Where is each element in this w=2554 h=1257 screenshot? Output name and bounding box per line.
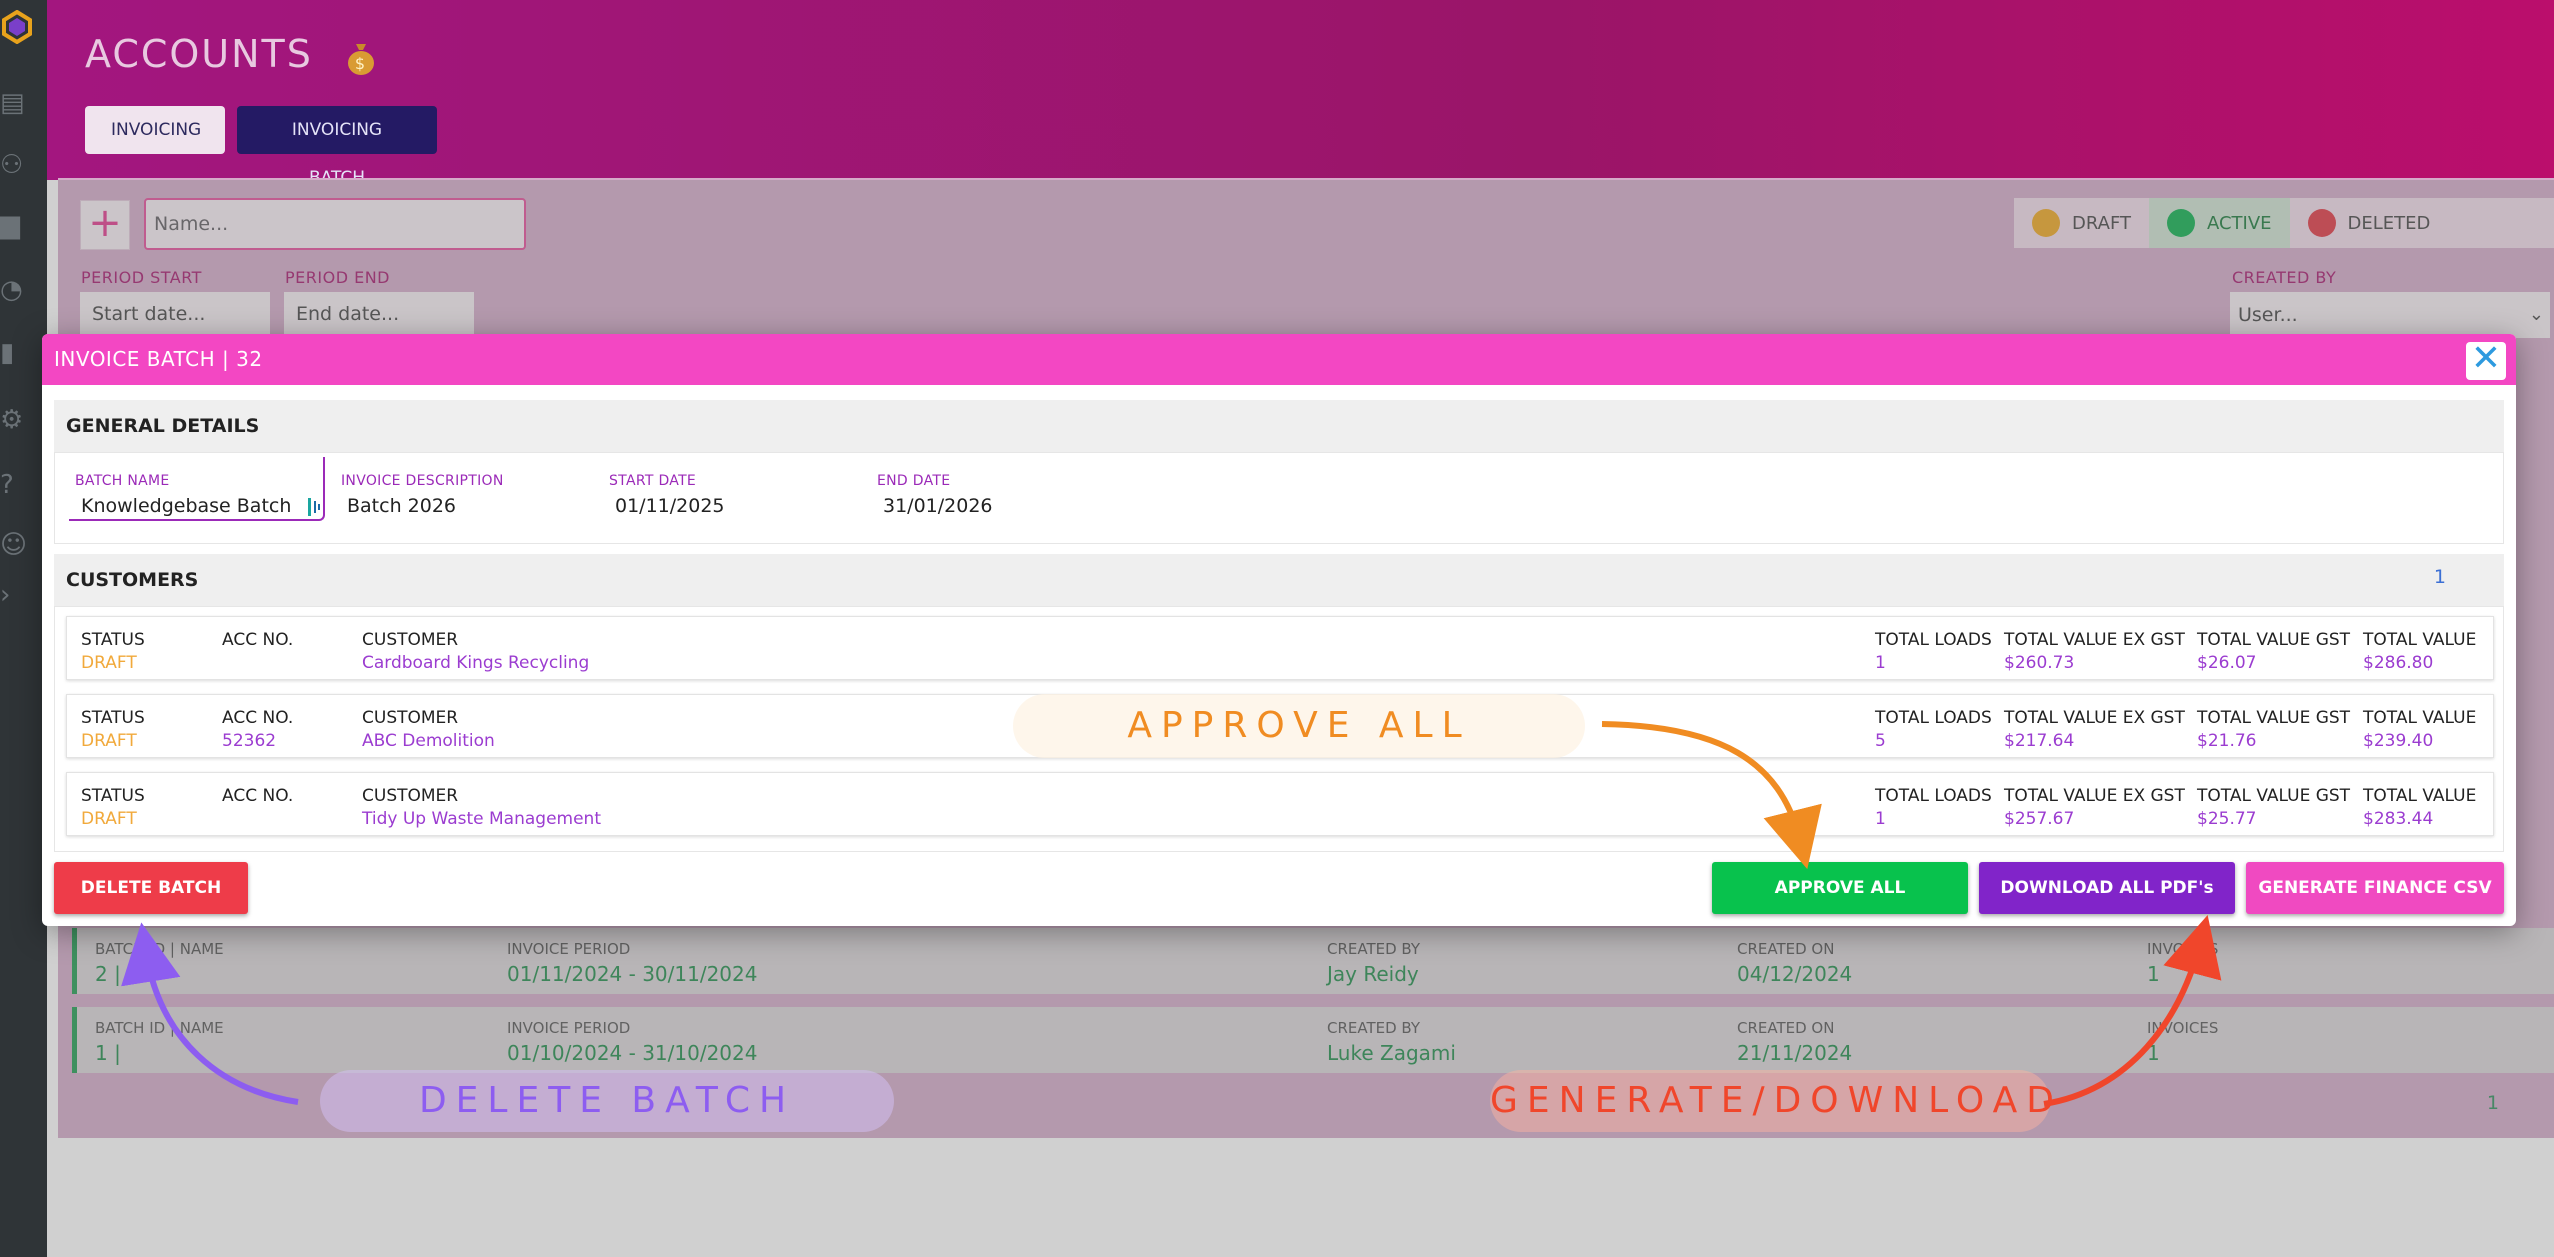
customer-header: CUSTOMER (362, 786, 459, 806)
customer-value[interactable]: Tidy Up Waste Management (362, 809, 601, 829)
ex-gst-header: TOTAL VALUE EX GST (2004, 708, 2185, 728)
tab-invoicing-batch[interactable]: INVOICING BATCH (237, 106, 437, 188)
delete-batch-button[interactable]: DELETE BATCH (54, 862, 248, 914)
customer-header: CUSTOMER (362, 630, 459, 650)
status-value: DRAFT (81, 809, 137, 829)
loads-header: TOTAL LOADS (1875, 708, 1992, 728)
invoice-batch-modal: INVOICE BATCH | 32 ✕ GENERAL DETAILS BAT… (42, 334, 2516, 926)
gst-value: $21.76 (2197, 731, 2257, 751)
acc-value: 52362 (222, 731, 277, 751)
svg-text:$: $ (355, 54, 367, 73)
total-header: TOTAL VALUE (2363, 708, 2477, 728)
support-icon[interactable]: ☺ (0, 530, 30, 560)
chevron-right-icon[interactable]: › (0, 580, 30, 610)
gst-header: TOTAL VALUE GST (2197, 630, 2351, 650)
invoice-description-label: INVOICE DESCRIPTION (341, 473, 504, 489)
gst-value: $26.07 (2197, 653, 2257, 673)
ex-gst-value: $260.73 (2004, 653, 2075, 673)
delete-batch-annotation: DELETE BATCH (320, 1070, 894, 1132)
generate-download-annotation: GENERATE/DOWNLOAD (1490, 1070, 2054, 1132)
gst-header: TOTAL VALUE GST (2197, 708, 2351, 728)
ex-gst-header: TOTAL VALUE EX GST (2004, 786, 2185, 806)
side-rail: ▤ ⚇ ▆ ◔ ▮ ⚙ ? ☺ › (0, 0, 47, 1257)
loads-value: 5 (1875, 731, 1886, 751)
batch-name-label: BATCH NAME (75, 473, 170, 489)
text-cursor-icon (308, 497, 321, 516)
batch-name-input[interactable]: Knowledgebase Batch (81, 495, 321, 517)
customer-row[interactable]: STATUS DRAFT ACC NO. CUSTOMER Cardboard … (66, 616, 2494, 680)
ex-gst-header: TOTAL VALUE EX GST (2004, 630, 2185, 650)
total-header: TOTAL VALUE (2363, 786, 2477, 806)
total-value: $239.40 (2363, 731, 2434, 751)
loads-value: 1 (1875, 653, 1886, 673)
customer-value[interactable]: Cardboard Kings Recycling (362, 653, 589, 673)
gear-icon[interactable]: ⚙ (0, 405, 30, 435)
ex-gst-value: $257.67 (2004, 809, 2075, 829)
customer-value[interactable]: ABC Demolition (362, 731, 495, 751)
close-icon: ✕ (2470, 338, 2502, 379)
acc-header: ACC NO. (222, 786, 294, 806)
money-bag-icon: $ (347, 43, 374, 75)
briefcase-icon[interactable]: ▆ (0, 210, 30, 240)
general-details-body: BATCH NAME Knowledgebase Batch INVOICE D… (54, 452, 2504, 544)
approve-all-button[interactable]: APPROVE ALL (1712, 862, 1968, 914)
acc-header: ACC NO. (222, 708, 294, 728)
status-value: DRAFT (81, 653, 137, 673)
help-icon[interactable]: ? (0, 470, 30, 500)
accounts-header: ACCOUNTS $ INVOICING INVOICING BATCH (47, 0, 2554, 188)
gst-value: $25.77 (2197, 809, 2257, 829)
customers-count[interactable]: 1 (2434, 566, 2446, 588)
close-button[interactable]: ✕ (2466, 341, 2506, 380)
acc-header: ACC NO. (222, 630, 294, 650)
total-value: $286.80 (2363, 653, 2434, 673)
modal-header: INVOICE BATCH | 32 ✕ (42, 334, 2516, 385)
invoice-description-input[interactable]: Batch 2026 (347, 495, 456, 517)
start-date-input[interactable]: 01/11/2025 (615, 495, 725, 517)
download-all-pdfs-button[interactable]: DOWNLOAD ALL PDF's (1979, 862, 2235, 914)
users-icon[interactable]: ⚇ (0, 150, 30, 180)
building-icon[interactable]: ▤ (0, 88, 30, 118)
total-header: TOTAL VALUE (2363, 630, 2477, 650)
general-details-heading: GENERAL DETAILS (54, 400, 2504, 452)
loads-value: 1 (1875, 809, 1886, 829)
loads-header: TOTAL LOADS (1875, 630, 1992, 650)
approve-all-annotation: APPROVE ALL (1013, 694, 1585, 758)
loads-header: TOTAL LOADS (1875, 786, 1992, 806)
page-title: ACCOUNTS $ (85, 32, 377, 76)
app-logo-icon[interactable] (0, 10, 34, 44)
end-date-input[interactable]: 31/01/2026 (883, 495, 993, 517)
status-value: DRAFT (81, 731, 137, 751)
chart-icon[interactable]: ▮ (0, 338, 30, 368)
gst-header: TOTAL VALUE GST (2197, 786, 2351, 806)
customer-header: CUSTOMER (362, 708, 459, 728)
ex-gst-value: $217.64 (2004, 731, 2075, 751)
customers-heading: CUSTOMERS (54, 554, 2504, 606)
gauge-icon[interactable]: ◔ (0, 275, 30, 305)
modal-title: INVOICE BATCH | 32 (54, 347, 263, 371)
status-header: STATUS (81, 786, 145, 806)
status-header: STATUS (81, 708, 145, 728)
tab-invoicing[interactable]: INVOICING (85, 106, 225, 154)
status-header: STATUS (81, 630, 145, 650)
customer-row[interactable]: STATUS DRAFT ACC NO. CUSTOMER Tidy Up Wa… (66, 772, 2494, 836)
total-value: $283.44 (2363, 809, 2434, 829)
start-date-label: START DATE (609, 473, 697, 489)
generate-finance-csv-button[interactable]: GENERATE FINANCE CSV (2246, 862, 2504, 914)
end-date-label: END DATE (877, 473, 951, 489)
